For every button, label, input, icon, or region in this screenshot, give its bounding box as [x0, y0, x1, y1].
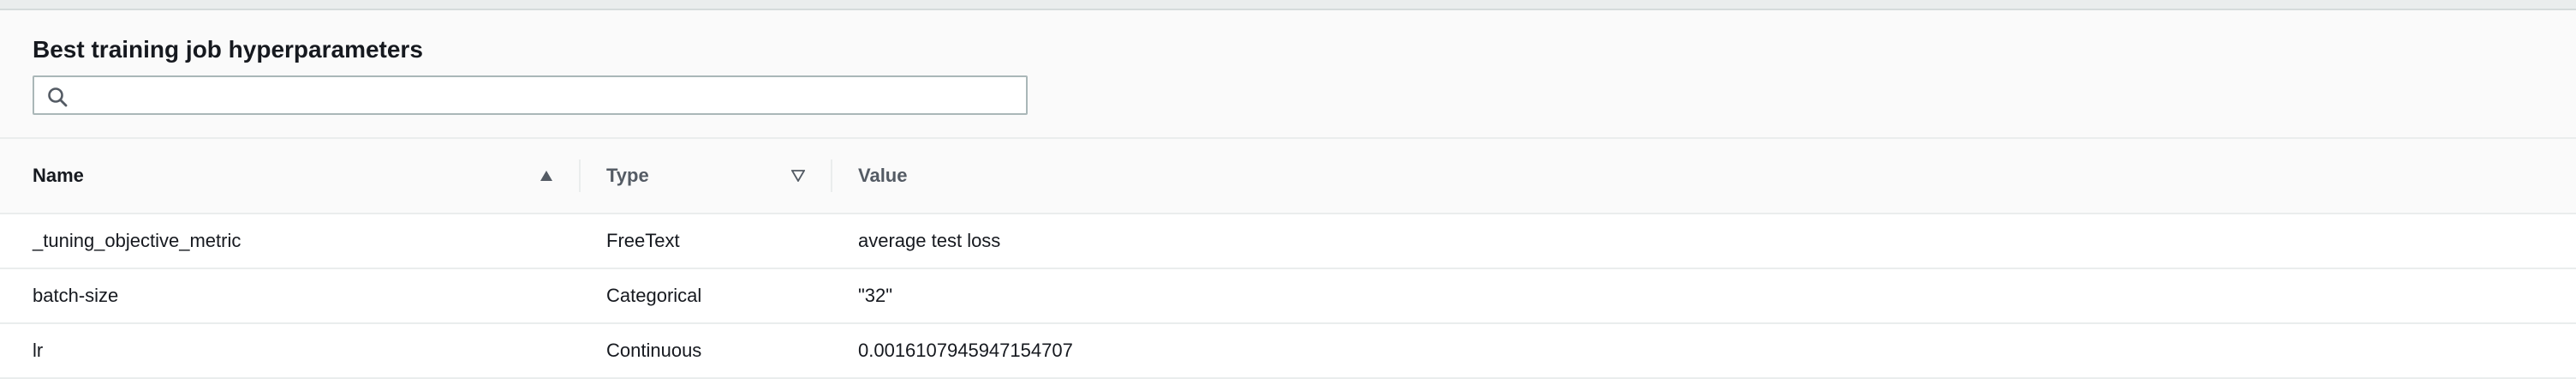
sort-descending-icon[interactable] — [790, 139, 807, 213]
search-input[interactable] — [77, 79, 1023, 113]
column-header-name[interactable]: Name — [33, 139, 564, 213]
cell-name: lr — [33, 340, 44, 361]
column-header-type[interactable]: Type — [606, 139, 812, 213]
cell-name: _tuning_objective_metric — [33, 230, 242, 251]
top-strip — [0, 0, 2576, 10]
column-divider[interactable] — [831, 159, 832, 192]
panel-title: Best training job hyperparameters — [33, 36, 423, 63]
cell-name: batch-size — [33, 285, 119, 306]
sort-ascending-icon[interactable] — [538, 139, 555, 213]
panel-header: Best training job hyperparameters — [0, 10, 2576, 139]
cell-type: Continuous — [606, 340, 702, 361]
hyperparameters-panel: Best training job hyperparameters Name T… — [0, 10, 2576, 379]
cell-value: average test loss — [858, 230, 1001, 251]
table-header: Name Type Value — [0, 139, 2576, 214]
table-row: lr Continuous 0.0016107945947154707 — [0, 324, 2576, 379]
search-icon — [46, 86, 69, 108]
hyperparameters-table: Name Type Value _tuning_objective_metric… — [0, 139, 2576, 379]
cell-value: "32" — [858, 285, 893, 306]
column-divider[interactable] — [579, 159, 581, 192]
table-row: batch-size Categorical "32" — [0, 269, 2576, 324]
search-box[interactable] — [33, 75, 1028, 115]
column-header-value[interactable]: Value — [858, 139, 2485, 213]
cell-type: FreeText — [606, 230, 680, 251]
table-row: _tuning_objective_metric FreeText averag… — [0, 214, 2576, 269]
cell-value: 0.0016107945947154707 — [858, 340, 1073, 361]
cell-type: Categorical — [606, 285, 702, 306]
